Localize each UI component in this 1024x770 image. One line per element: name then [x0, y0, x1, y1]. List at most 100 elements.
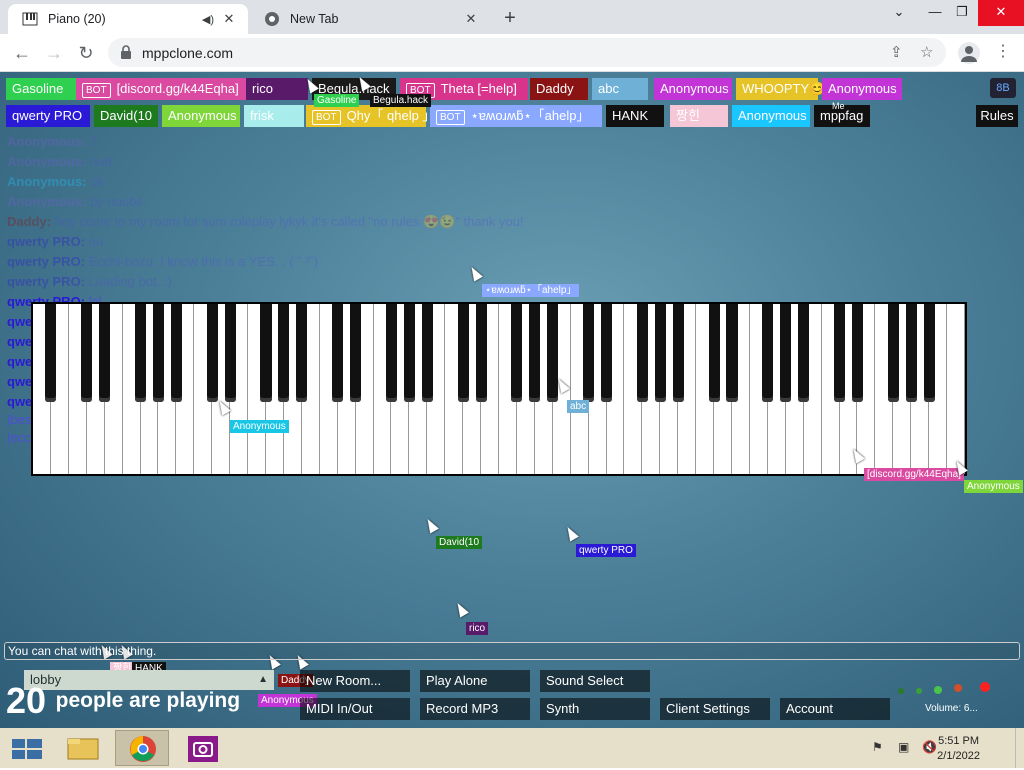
- black-key[interactable]: [332, 304, 344, 402]
- black-key[interactable]: [403, 304, 415, 402]
- black-key[interactable]: [45, 304, 57, 402]
- kebab-menu-icon[interactable]: ⋮: [993, 43, 1013, 61]
- black-key[interactable]: [726, 304, 738, 402]
- player-name-tag[interactable]: Daddy: [530, 78, 588, 100]
- lock-icon[interactable]: [120, 45, 132, 59]
- flag-icon[interactable]: ⚑: [872, 740, 883, 754]
- account-button[interactable]: Account: [780, 698, 890, 720]
- close-tab-icon[interactable]: ✕: [462, 10, 480, 28]
- sound-select-button[interactable]: Sound Select: [540, 670, 650, 692]
- player-name-tag[interactable]: Anonymous: [732, 105, 810, 127]
- black-key[interactable]: [134, 304, 147, 402]
- chat-author: Daddy:: [7, 214, 55, 229]
- player-name-tag[interactable]: qwerty PRO: [6, 105, 90, 127]
- player-name: frisk: [250, 108, 274, 123]
- piano-keyboard[interactable]: [31, 302, 967, 476]
- forward-icon[interactable]: →: [41, 40, 67, 66]
- black-key[interactable]: [529, 304, 541, 402]
- black-key[interactable]: [798, 304, 810, 402]
- camera-app-icon[interactable]: [176, 730, 230, 766]
- volume-label[interactable]: Volume: 6...: [925, 703, 978, 714]
- show-desktop-button[interactable]: [1015, 728, 1024, 768]
- dropdown-arrow-icon[interactable]: ▲: [258, 670, 268, 690]
- black-key[interactable]: [511, 304, 523, 402]
- player-name-tag[interactable]: BOT [discord.gg/k44Eqha]: [76, 78, 246, 100]
- close-tab-icon[interactable]: ✕: [220, 10, 238, 28]
- chat-text: by noobs: [90, 194, 143, 209]
- tab-new-tab[interactable]: New Tab ✕: [250, 4, 490, 34]
- back-icon[interactable]: ←: [9, 40, 35, 66]
- black-key[interactable]: [780, 304, 792, 402]
- player-name-tag[interactable]: Me mppfag: [814, 101, 870, 127]
- address-bar[interactable]: mppclone.com ⇪ ☆: [108, 38, 946, 67]
- black-key[interactable]: [296, 304, 308, 402]
- close-window-icon[interactable]: ✕: [978, 0, 1024, 26]
- small-toggle-button[interactable]: 8B: [990, 78, 1016, 98]
- synth-button[interactable]: Synth: [540, 698, 650, 720]
- player-name-tag[interactable]: WHOOPTY😊: [736, 78, 825, 100]
- black-key[interactable]: [887, 304, 899, 402]
- cursor-name-tag: abc: [567, 400, 590, 413]
- player-name-tag[interactable]: BOT Qhy「 qhelp 」: [306, 105, 435, 127]
- reload-icon[interactable]: ↻: [73, 40, 99, 66]
- black-key[interactable]: [923, 304, 935, 402]
- tab-search-chevron-icon[interactable]: ⌄: [882, 0, 916, 26]
- chat-author: Anonymous:: [7, 174, 91, 189]
- player-name-tag[interactable]: frisk: [244, 105, 304, 127]
- black-key[interactable]: [851, 304, 863, 402]
- black-key[interactable]: [905, 304, 917, 402]
- black-key[interactable]: [762, 304, 774, 402]
- start-button[interactable]: [0, 730, 54, 766]
- black-key[interactable]: [224, 304, 236, 402]
- black-key[interactable]: [636, 304, 648, 402]
- black-key[interactable]: [170, 304, 182, 402]
- bookmark-star-icon[interactable]: ☆: [920, 43, 933, 61]
- profile-avatar-icon[interactable]: [958, 42, 980, 64]
- share-icon[interactable]: ⇪: [890, 43, 903, 61]
- black-key[interactable]: [672, 304, 684, 402]
- network-icon[interactable]: ▣: [898, 740, 909, 754]
- black-key[interactable]: [99, 304, 111, 402]
- client-settings-button[interactable]: Client Settings: [660, 698, 770, 720]
- midi-in-out-button[interactable]: MIDI In/Out: [300, 698, 410, 720]
- audio-playing-icon[interactable]: ◀︎): [202, 13, 214, 26]
- black-key[interactable]: [600, 304, 613, 402]
- black-key[interactable]: [350, 304, 362, 402]
- black-key[interactable]: [206, 304, 218, 402]
- player-name-tag[interactable]: BOT ⋆ɐʍoɹʍƃ⋆「ahelp」: [430, 105, 602, 127]
- chat-author: qwerty PRO:: [7, 254, 89, 269]
- player-name-tag[interactable]: HANK: [606, 105, 664, 127]
- black-key[interactable]: [421, 304, 433, 402]
- clock[interactable]: 5:51 PM 2/1/2022: [937, 734, 980, 764]
- restore-icon[interactable]: ❐: [945, 0, 979, 26]
- player-name-tag[interactable]: Gasoline: [6, 78, 76, 100]
- player-name-tag[interactable]: Anonymous: [162, 105, 240, 127]
- black-key[interactable]: [654, 304, 666, 402]
- record-mp3-button[interactable]: Record MP3: [420, 698, 530, 720]
- player-name-tag[interactable]: abc: [592, 78, 648, 100]
- speaker-muted-icon[interactable]: 🔇: [922, 740, 937, 754]
- file-explorer-icon[interactable]: [56, 730, 110, 766]
- player-name-tag[interactable]: 짱힌: [670, 105, 728, 127]
- chat-input[interactable]: You can chat with this thing.: [4, 642, 1020, 660]
- black-key[interactable]: [833, 304, 846, 402]
- black-key[interactable]: [278, 304, 290, 402]
- player-name-tag[interactable]: rico: [246, 78, 308, 100]
- black-key[interactable]: [457, 304, 469, 402]
- black-key[interactable]: [152, 304, 164, 402]
- player-name-tag[interactable]: David(10: [94, 105, 158, 127]
- play-alone-button[interactable]: Play Alone: [420, 670, 530, 692]
- tab-piano[interactable]: Piano (20) ◀︎) ✕: [8, 4, 248, 34]
- chrome-taskbar-icon[interactable]: [115, 730, 169, 766]
- black-key[interactable]: [81, 304, 93, 402]
- black-key[interactable]: [475, 304, 487, 402]
- white-key[interactable]: [947, 304, 965, 474]
- black-key[interactable]: [260, 304, 272, 402]
- new-tab-plus-icon[interactable]: +: [498, 7, 522, 31]
- rules-button[interactable]: Rules: [976, 105, 1018, 127]
- player-name-tag[interactable]: Anonymous: [654, 78, 732, 100]
- black-key[interactable]: [583, 304, 595, 402]
- black-key[interactable]: [385, 304, 397, 402]
- new-room-button[interactable]: New Room...: [300, 670, 410, 692]
- black-key[interactable]: [708, 304, 720, 402]
